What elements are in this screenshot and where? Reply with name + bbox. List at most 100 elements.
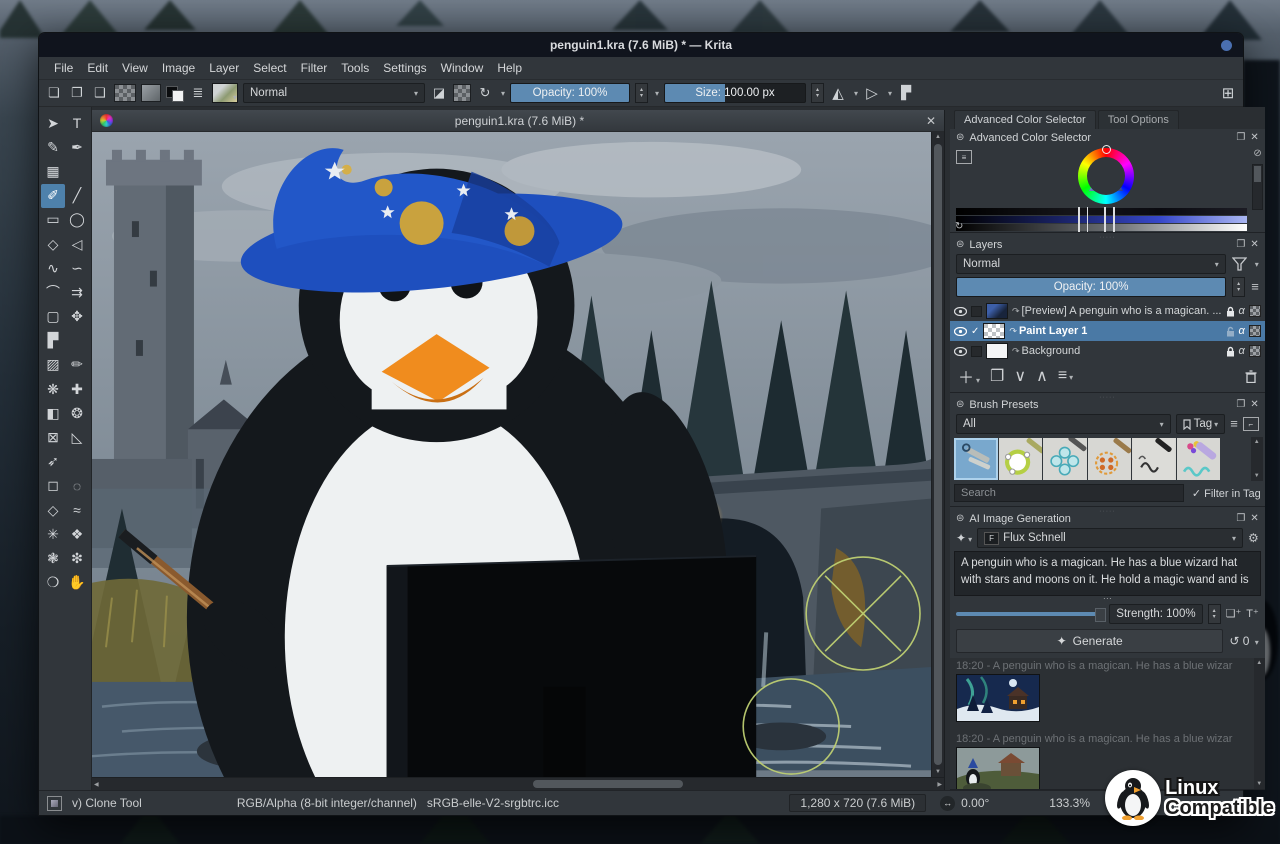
- lock-icon[interactable]: [1226, 346, 1235, 357]
- canvas[interactable]: [92, 132, 931, 777]
- reload-preset-icon[interactable]: ↻: [476, 84, 494, 102]
- move-layer-down-button[interactable]: ∨: [1014, 366, 1026, 386]
- menu-window[interactable]: Window: [434, 61, 491, 75]
- tool-ellipse-select[interactable]: ◌: [65, 474, 89, 498]
- eraser-icon[interactable]: ◪: [430, 84, 448, 102]
- layer-row-paint-layer-1[interactable]: ✓ ↷ Paint Layer 1 α: [950, 321, 1265, 341]
- color-selector-scrollbar[interactable]: [1252, 164, 1263, 210]
- tool-freehand-select[interactable]: ≈: [65, 498, 89, 522]
- drag-handle[interactable]: ·····: [1099, 508, 1116, 515]
- tool-color-sampler[interactable]: ✏: [65, 353, 89, 377]
- gear-icon[interactable]: ⚙: [1248, 533, 1259, 543]
- close-icon[interactable]: ✕: [1250, 514, 1258, 524]
- inherit-alpha-icon[interactable]: [1249, 305, 1261, 317]
- wraparound-icon[interactable]: ▷: [863, 84, 881, 102]
- duplicate-layer-button[interactable]: ❐: [990, 366, 1004, 386]
- history-count-button[interactable]: ↺ 0 ▾: [1229, 634, 1258, 648]
- menu-image[interactable]: Image: [155, 61, 202, 75]
- menu-view[interactable]: View: [115, 61, 155, 75]
- settings-list-icon[interactable]: ≡: [956, 150, 972, 164]
- hscroll-thumb[interactable]: [533, 780, 683, 788]
- tool-move[interactable]: ✥: [65, 305, 89, 329]
- workflow-wand-button[interactable]: ✦▾: [956, 531, 972, 545]
- tool-airbrush-edit[interactable]: ❋: [41, 377, 65, 401]
- presets-scrollbar[interactable]: ▲▼: [1251, 437, 1263, 481]
- chevron-down-icon[interactable]: ▾: [655, 89, 659, 98]
- pattern-selector[interactable]: [114, 84, 136, 102]
- inherit-alpha-icon[interactable]: [1249, 325, 1261, 337]
- subwindow-titlebar[interactable]: penguin1.kra (7.6 MiB) * ✕: [92, 110, 944, 132]
- docker-pin-icon[interactable]: ⊜: [956, 133, 964, 143]
- menu-tools[interactable]: Tools: [334, 61, 376, 75]
- mirror-horizontal-icon[interactable]: ◭: [829, 84, 847, 102]
- float-icon[interactable]: ❐: [1236, 514, 1245, 524]
- close-icon[interactable]: ✕: [926, 114, 936, 128]
- layer-row-background[interactable]: ↷ Background α: [950, 341, 1265, 361]
- close-icon[interactable]: ✕: [1250, 400, 1258, 410]
- layer-blend-mode-dropdown[interactable]: Normal▾: [956, 254, 1226, 274]
- layer-checkbox[interactable]: [971, 346, 982, 357]
- add-layer-button[interactable]: ＋▾: [958, 364, 980, 388]
- color-wheel[interactable]: [1078, 148, 1134, 204]
- tool-similar-select[interactable]: ✳: [41, 522, 65, 546]
- workspace-chooser-icon[interactable]: ⊞: [1219, 84, 1237, 102]
- menu-filter[interactable]: Filter: [294, 61, 335, 75]
- tool-contiguous-select[interactable]: ❖: [65, 522, 89, 546]
- close-icon[interactable]: ✕: [1250, 240, 1258, 250]
- lock-icon[interactable]: [1226, 306, 1235, 317]
- alpha-lock-icon[interactable]: α: [1239, 305, 1245, 317]
- history-thumbnail[interactable]: [956, 747, 1040, 789]
- unlock-icon[interactable]: [1226, 326, 1235, 337]
- window-titlebar[interactable]: penguin1.kra (7.6 MiB) * — Krita: [39, 33, 1243, 57]
- presets-menu-icon[interactable]: ≡: [1230, 419, 1238, 429]
- tool-magnetic-select[interactable]: ❇: [65, 546, 89, 570]
- add-layer-result-icon[interactable]: ❏⁺: [1226, 609, 1242, 619]
- docker-pin-icon[interactable]: ⊜: [956, 400, 964, 410]
- menu-file[interactable]: File: [47, 61, 80, 75]
- tool-gradient[interactable]: ▨: [41, 353, 65, 377]
- alpha-lock-icon[interactable]: α: [1239, 345, 1245, 357]
- menu-select[interactable]: Select: [246, 61, 293, 75]
- inherit-alpha-icon[interactable]: [1249, 345, 1261, 357]
- layer-opacity-slider[interactable]: Opacity: 100%: [956, 277, 1226, 297]
- choices-icon[interactable]: ≣: [189, 84, 207, 102]
- tool-enclose-fill[interactable]: ❂: [65, 401, 89, 425]
- scroll-down-icon[interactable]: ▼: [933, 767, 943, 777]
- new-document-icon[interactable]: ❏: [45, 84, 63, 102]
- strength-spinner[interactable]: ▴▾: [1208, 604, 1221, 624]
- save-document-icon[interactable]: ❑: [91, 84, 109, 102]
- tool-measure[interactable]: ◺: [65, 425, 89, 449]
- visibility-eye-icon[interactable]: [954, 307, 967, 316]
- layer-properties-button[interactable]: ≡▾: [1058, 367, 1073, 385]
- docker-pin-icon[interactable]: ⊜: [956, 240, 964, 250]
- gradient-selector[interactable]: [141, 84, 161, 102]
- drag-handle[interactable]: ·····: [1099, 394, 1116, 401]
- drag-handle[interactable]: ·····: [1099, 234, 1116, 241]
- rotation-value[interactable]: 0.00°: [961, 796, 989, 810]
- canvas-vertical-scrollbar[interactable]: ▲ ▼: [931, 132, 944, 777]
- tool-smart-patch[interactable]: ✚: [65, 377, 89, 401]
- tool-transform[interactable]: ▢: [41, 305, 65, 329]
- tool-reference-images[interactable]: ➶: [41, 450, 65, 474]
- scroll-right-icon[interactable]: ▶: [935, 779, 944, 790]
- add-text-result-icon[interactable]: T⁺: [1246, 609, 1259, 619]
- fg-bg-color-swatch[interactable]: [166, 84, 184, 102]
- tool-dynamic-brush[interactable]: ⌒: [41, 280, 65, 304]
- generate-button[interactable]: ✦ Generate: [956, 629, 1223, 653]
- tool-bezier-curve[interactable]: ∿: [41, 256, 65, 280]
- float-icon[interactable]: ❐: [1236, 240, 1245, 250]
- tool-calligraphy[interactable]: ✒: [65, 135, 89, 159]
- opacity-slider[interactable]: Opacity: 100%: [510, 83, 630, 103]
- float-icon[interactable]: ❐: [1236, 133, 1245, 143]
- tool-pan[interactable]: ✋: [65, 571, 89, 595]
- preset-filter-dropdown[interactable]: All▾: [956, 414, 1171, 434]
- visibility-eye-icon[interactable]: [954, 347, 967, 356]
- delete-layer-trash-icon[interactable]: [1245, 370, 1257, 383]
- filter-in-tag-checkbox[interactable]: ✓ Filter in Tag: [1192, 487, 1261, 500]
- docker-pin-icon[interactable]: ⊜: [956, 514, 964, 524]
- tool-line[interactable]: ╱: [65, 184, 89, 208]
- brush-preset-thumb[interactable]: [999, 438, 1043, 480]
- tool-pattern-edit[interactable]: ▦: [41, 159, 65, 183]
- tool-polygon[interactable]: ◇: [41, 232, 65, 256]
- display-mode-icon[interactable]: ⌐: [1243, 417, 1259, 431]
